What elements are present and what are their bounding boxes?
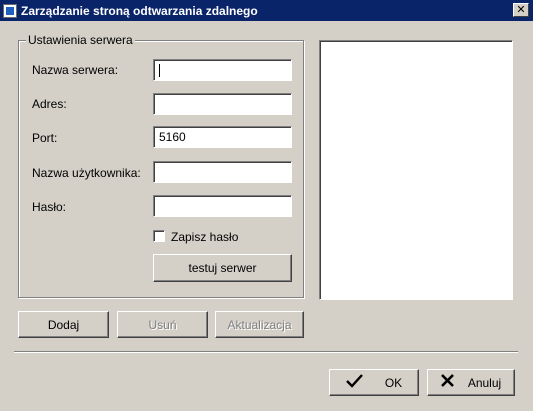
check-icon	[345, 373, 363, 392]
remove-button[interactable]: Usuń	[117, 311, 208, 338]
add-button[interactable]: Dodaj	[18, 311, 109, 338]
close-icon: ✕	[516, 3, 526, 16]
server-list[interactable]	[319, 40, 513, 300]
server-settings-legend: Ustawienia serwera	[26, 33, 135, 47]
username-label: Nazwa użytkownika:	[32, 166, 141, 180]
server-name-label: Nazwa serwera:	[32, 63, 119, 77]
ok-button[interactable]: OK	[329, 369, 419, 396]
text-caret	[159, 64, 160, 78]
username-input[interactable]	[153, 161, 292, 183]
address-label: Adres:	[32, 97, 67, 111]
password-label: Hasło:	[32, 200, 67, 214]
app-icon	[3, 3, 17, 18]
address-input[interactable]	[153, 93, 292, 115]
close-button[interactable]: ✕	[513, 3, 529, 17]
port-label: Port:	[32, 131, 58, 145]
update-button[interactable]: Aktualizacja	[215, 311, 304, 338]
save-password-label[interactable]: Zapisz hasło	[171, 230, 238, 244]
cancel-button[interactable]: Anuluj	[427, 369, 515, 396]
server-name-input[interactable]	[153, 59, 292, 81]
window-title: Zarządzanie stroną odtwarzania zdalnego	[21, 3, 258, 18]
footer-separator	[14, 351, 518, 353]
port-input[interactable]: 5160	[153, 126, 292, 148]
title-bar[interactable]: Zarządzanie stroną odtwarzania zdalnego …	[0, 0, 533, 21]
password-input[interactable]	[153, 195, 292, 217]
save-password-checkbox[interactable]	[153, 230, 165, 242]
x-icon	[440, 374, 454, 391]
test-server-button[interactable]: testuj serwer	[153, 254, 292, 282]
dialog-window: Zarządzanie stroną odtwarzania zdalnego …	[0, 0, 533, 411]
